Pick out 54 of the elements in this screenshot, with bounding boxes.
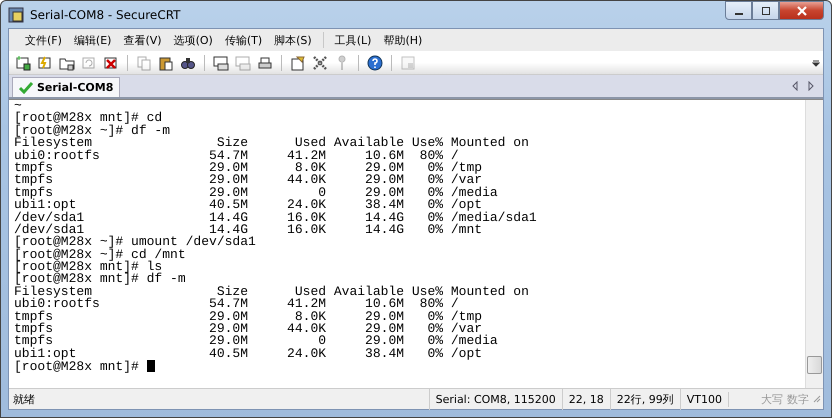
terminal-line: [root@M28x mnt]# — [14, 360, 805, 373]
terminal-line: ubi0:rootfs 54.7M 41.2M 10.6M 80% / — [14, 150, 459, 162]
terminal-line: /dev/sda1 14.4G 16.0K 14.4G 0% /media/sda1 — [14, 212, 538, 224]
tab-right-arrow-icon[interactable] — [807, 81, 815, 91]
scrollbar-thumb[interactable] — [807, 356, 822, 374]
menu-item[interactable]: 选项(O) — [168, 32, 219, 48]
terminal-line: tmpfs 29.0M 8.0K 29.0M 0% /tmp — [14, 310, 484, 324]
menu-item[interactable]: 传输(T) — [218, 32, 268, 48]
menu-item[interactable]: 文件(F) — [19, 32, 68, 48]
terminal-line: tmpfs 29.0M 44.0K 29.0M 0% /var — [14, 174, 482, 187]
terminal-line: ubi1:opt 40.5M 24.0K 38.4M 0% /opt — [14, 348, 484, 360]
terminal-line: ubi0:rootfs 54.7M 41.2M 10.6M 80% / — [14, 298, 459, 311]
terminal-line: ~ — [14, 100, 22, 112]
session-tab[interactable]: Serial-COM8 — [12, 77, 120, 97]
menu-item[interactable]: 查看(V) — [117, 32, 168, 48]
status-indicator: 大写 — [761, 392, 783, 406]
terminal-line: [root@M28x ~]# df -m — [14, 124, 172, 138]
status-field: Serial: COM8, 115200 — [428, 388, 562, 410]
menu-item[interactable]: 脚本(S) — [268, 32, 318, 48]
resize-grip-icon[interactable] — [813, 395, 823, 403]
terminal-line: tmpfs 29.0M 44.0K 29.0M 0% /var — [14, 323, 482, 336]
help-icon[interactable] — [365, 52, 385, 72]
menu-item[interactable]: 工具(L) — [328, 32, 378, 48]
terminal-line: /dev/sda1 14.4G 16.0K 14.4G 0% /mnt — [14, 224, 484, 236]
status-field: 22, 18 — [562, 388, 610, 410]
terminal-line: [root@M28x mnt]# ls — [14, 261, 164, 274]
maximize-icon — [760, 6, 770, 16]
menu-item[interactable]: 编辑(E) — [68, 32, 118, 48]
app-icon — [8, 6, 24, 22]
status-indicator: 数字 — [787, 392, 809, 406]
menu-item[interactable]: 帮助(H) — [377, 32, 428, 48]
maximize-button[interactable] — [752, 1, 779, 20]
check-icon — [19, 82, 33, 94]
terminal-line: [root@M28x ~]# cd /mnt — [14, 248, 187, 262]
status-field: VT100 — [680, 388, 728, 410]
close-icon — [796, 6, 808, 16]
terminal-line: [root@M28x mnt]# cd — [14, 112, 164, 125]
tab-left-arrow-icon[interactable] — [791, 81, 799, 91]
scrollbar[interactable] — [805, 100, 823, 388]
terminal-line: Filesystem Size Used Available Use% Mounted on — [14, 286, 530, 298]
minimize-button[interactable] — [725, 1, 752, 20]
status-field: 22行, 99列 — [610, 388, 680, 410]
minimize-icon — [734, 12, 742, 14]
terminal-line: Filesystem Size Used Available Use% Mounted on — [14, 137, 530, 150]
terminal-line: tmpfs 29.0M 0 29.0M 0% /media — [14, 335, 499, 348]
window-title: Serial-COM8 - SecureCRT — [30, 8, 180, 22]
terminal-line: tmpfs 29.0M 8.0K 29.0M 0% /tmp — [14, 162, 484, 174]
terminal-line: ubi1:opt 40.5M 24.0K 38.4M 0% /opt — [14, 199, 482, 212]
terminal-line: [root@M28x mnt]# df -m — [14, 273, 187, 286]
close-button[interactable] — [779, 1, 824, 20]
terminal-line: [root@M28x ~]# umount /dev/sda1 — [14, 236, 257, 249]
terminal-line: tmpfs 29.0M 0 29.0M 0% /media — [14, 186, 499, 200]
text-cursor — [146, 360, 155, 372]
status-message: 就绪 — [12, 392, 36, 406]
